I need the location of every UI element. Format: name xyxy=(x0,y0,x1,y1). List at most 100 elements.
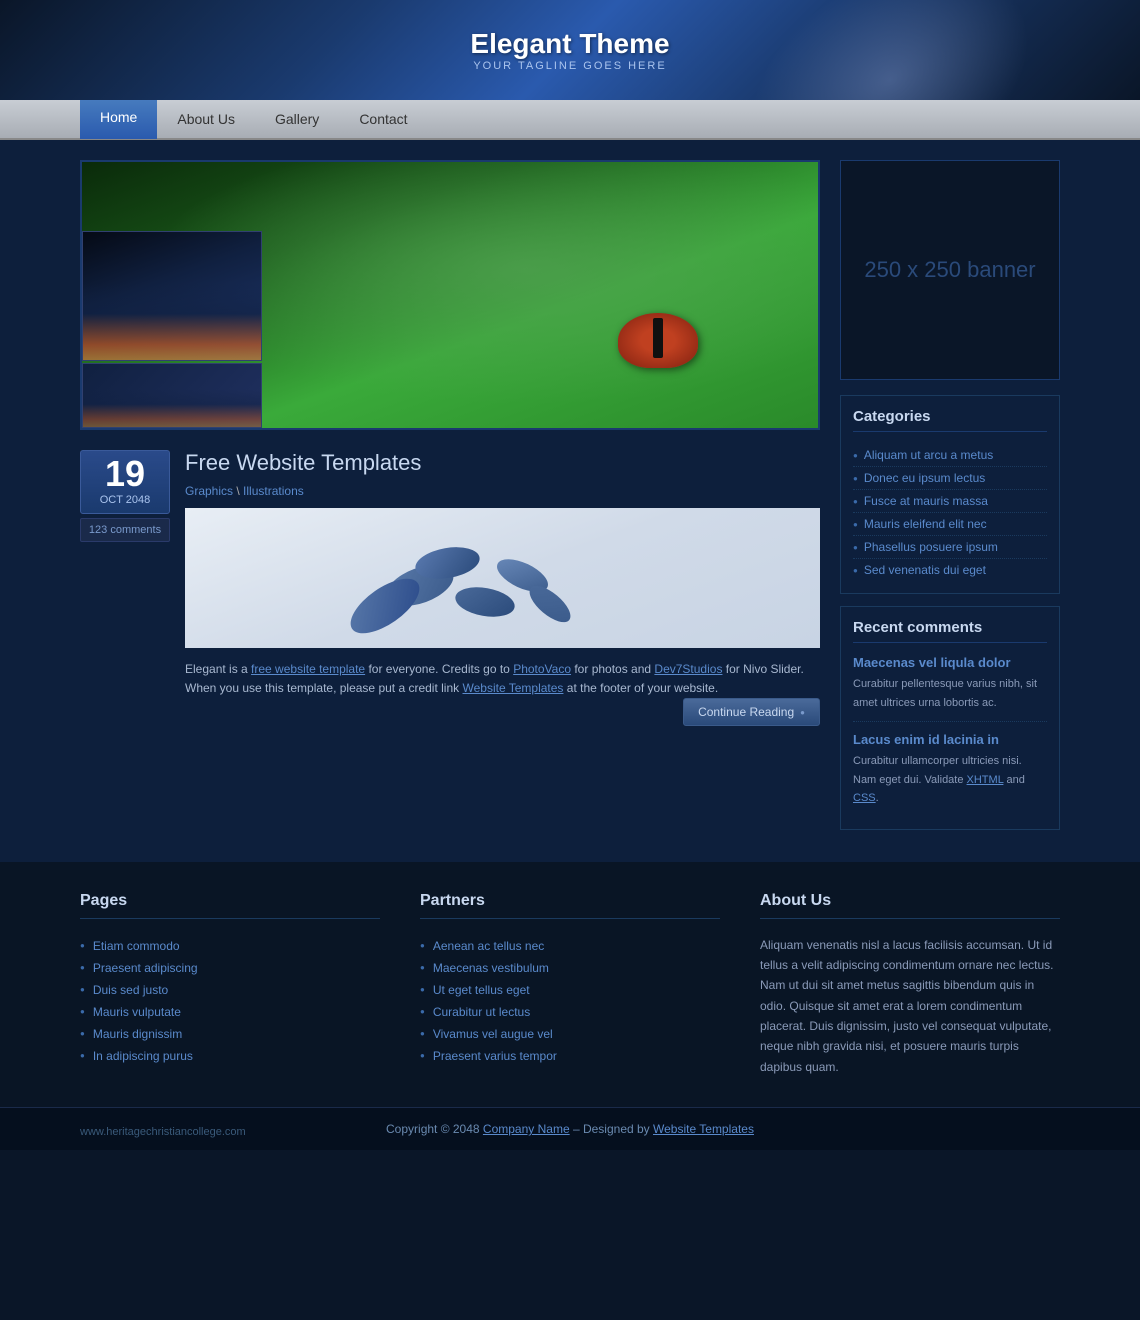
footer-partners-widget: Partners ●Aenean ac tellus nec ●Maecenas… xyxy=(420,892,720,1078)
recent-comments-title: Recent comments xyxy=(853,619,1047,643)
footer-page-item: ● Mauris dignissim xyxy=(80,1023,380,1045)
bullet-icon: ● xyxy=(853,543,858,552)
category-item: ●Donec eu ipsum lectus xyxy=(853,467,1047,490)
pill-2 xyxy=(453,583,517,621)
comment-text-1: Curabitur pellentesque varius nibh, sit … xyxy=(853,678,1037,709)
continue-reading-button[interactable]: Continue Reading xyxy=(683,698,820,726)
footer-partner-link[interactable]: Praesent varius tempor xyxy=(433,1049,557,1063)
post-body: Free Website Templates Graphics \ Illust… xyxy=(185,450,820,738)
footer-partner-link[interactable]: Vivamus vel augue vel xyxy=(433,1027,553,1041)
link-website-templates[interactable]: Website Templates xyxy=(462,681,563,695)
category-item: ● Sed venenatis dui eget xyxy=(853,559,1047,581)
image-slider[interactable] xyxy=(80,160,820,430)
slider-thumb-2[interactable] xyxy=(82,363,262,428)
post-tags: Graphics \ Illustrations xyxy=(185,484,820,498)
banner-ad[interactable]: 250 x 250 banner xyxy=(840,160,1060,380)
site-tagline: YOUR TAGLINE GOES HERE xyxy=(470,60,669,72)
link-photovaco[interactable]: PhotoVaco xyxy=(513,662,571,676)
category-link[interactable]: Donec eu ipsum lectus xyxy=(864,471,985,485)
footer-partner-link[interactable]: Maecenas vestibulum xyxy=(433,961,549,975)
footer-partner-item: ● Praesent varius tempor xyxy=(420,1045,720,1067)
comment-text-2: Curabitur ullamcorper ultricies nisi. Na… xyxy=(853,755,1025,804)
category-link[interactable]: Aliquam ut arcu a metus xyxy=(864,448,993,462)
footer-page-item: ● Etiam commodo xyxy=(80,935,380,957)
comments-count[interactable]: 123 comments xyxy=(80,518,170,542)
date-box: 19 OCT 2048 xyxy=(80,450,170,514)
nav-about[interactable]: About Us xyxy=(157,99,255,139)
footer-partner-item: ●Aenean ac tellus nec xyxy=(420,935,720,957)
bullet-icon: ● xyxy=(80,1007,85,1016)
footer-page-item: ●Duis sed justo xyxy=(80,979,380,1001)
city-lights-overlay xyxy=(83,283,261,360)
slider-main-image xyxy=(82,162,818,428)
designed-by-text: – Designed by xyxy=(570,1122,653,1136)
nav-home[interactable]: Home xyxy=(80,95,157,139)
footer-partner-item: ● Ut eget tellus eget xyxy=(420,979,720,1001)
footer-pages-title: Pages xyxy=(80,892,380,919)
link-free-template[interactable]: free website template xyxy=(251,662,365,676)
css-link[interactable]: CSS xyxy=(853,792,876,804)
banner-placeholder-text: 250 x 250 banner xyxy=(864,255,1035,286)
footer-page-link[interactable]: Mauris dignissim xyxy=(93,1027,182,1041)
comment-entry-1: Maecenas vel liqula dolor Curabitur pell… xyxy=(853,655,1047,722)
footer-about-widget: About Us Aliquam venenatis nisl a lacus … xyxy=(760,892,1060,1078)
company-name-link[interactable]: Company Name xyxy=(483,1122,570,1136)
footer-page-item: ● In adipiscing purus xyxy=(80,1045,380,1067)
main-nav: Home About Us Gallery Contact xyxy=(0,100,1140,140)
comment-link-1[interactable]: Maecenas vel liqula dolor xyxy=(853,655,1047,670)
footer-partners-title: Partners xyxy=(420,892,720,919)
bullet-icon: ● xyxy=(420,963,425,972)
bullet-icon: ● xyxy=(853,497,858,506)
brand: Elegant Theme YOUR TAGLINE GOES HERE xyxy=(470,28,669,72)
category-link[interactable]: Sed venenatis dui eget xyxy=(864,563,986,577)
footer-page-link[interactable]: Praesent adipiscing xyxy=(93,961,198,975)
footer-page-link[interactable]: Duis sed justo xyxy=(93,983,168,997)
site-title: Elegant Theme xyxy=(470,28,669,60)
footer-partner-link[interactable]: Curabitur ut lectus xyxy=(433,1005,530,1019)
city-lights-overlay-2 xyxy=(83,389,261,427)
footer-page-link[interactable]: Mauris vulputate xyxy=(93,1005,181,1019)
date-month-year: OCT 2048 xyxy=(81,492,169,508)
nav-contact[interactable]: Contact xyxy=(339,99,427,139)
footer-page-item: ● Praesent adipiscing xyxy=(80,957,380,979)
tag-graphics[interactable]: Graphics xyxy=(185,484,233,498)
xhtml-link[interactable]: XHTML xyxy=(967,774,1004,786)
bullet-icon: ● xyxy=(80,1029,85,1038)
footer-about-text: Aliquam venenatis nisl a lacus facilisis… xyxy=(760,935,1060,1078)
website-templates-link[interactable]: Website Templates xyxy=(653,1122,754,1136)
main-wrapper: 19 OCT 2048 123 comments Free Website Te… xyxy=(0,140,1140,862)
bullet-icon: ● xyxy=(80,963,85,972)
post-article: 19 OCT 2048 123 comments Free Website Te… xyxy=(80,450,820,738)
bullet-icon: ● xyxy=(420,985,425,994)
footer-partner-item: ●Curabitur ut lectus xyxy=(420,1001,720,1023)
category-link[interactable]: Mauris eleifend elit nec xyxy=(864,517,987,531)
footer-widgets: Pages ● Etiam commodo ● Praesent adipiscin… xyxy=(0,862,1140,1108)
pill-6 xyxy=(524,580,576,629)
bullet-icon: ● xyxy=(420,1051,425,1060)
bullet-icon: ● xyxy=(80,1051,85,1060)
main-column: 19 OCT 2048 123 comments Free Website Te… xyxy=(80,160,820,842)
category-link[interactable]: Fusce at mauris massa xyxy=(864,494,988,508)
footer-about-title: About Us xyxy=(760,892,1060,919)
slider-thumb-city[interactable] xyxy=(82,231,262,361)
category-link[interactable]: Phasellus posuere ipsum xyxy=(864,540,998,554)
footer-page-link[interactable]: In adipiscing purus xyxy=(93,1049,193,1063)
footer-partner-link[interactable]: Aenean ac tellus nec xyxy=(433,939,544,953)
comment-entry-2: Lacus enim id lacinia in Curabitur ullam… xyxy=(853,732,1047,817)
comment-link-2[interactable]: Lacus enim id lacinia in xyxy=(853,732,1047,747)
footer-partner-link[interactable]: Ut eget tellus eget xyxy=(433,983,530,997)
footer-pages-list: ●Etiam commodo ●Praesent adipiscing ●Dui… xyxy=(80,935,380,1067)
category-item: ● Fusce at mauris massa xyxy=(853,490,1047,513)
bullet-icon: ● xyxy=(80,941,85,950)
bullet-icon: ● xyxy=(853,566,858,575)
footer-partner-item: ● Vivamus vel augue vel xyxy=(420,1023,720,1045)
bullet-icon: ● xyxy=(420,1029,425,1038)
category-item: ●Mauris eleifend elit nec xyxy=(853,513,1047,536)
category-item: ● Phasellus posuere ipsum xyxy=(853,536,1047,559)
link-dev7studios[interactable]: Dev7Studios xyxy=(654,662,722,676)
date-day: 19 xyxy=(81,456,169,492)
nav-gallery[interactable]: Gallery xyxy=(255,99,339,139)
footer-page-link[interactable]: Etiam commodo xyxy=(93,939,180,953)
tag-illustrations[interactable]: Illustrations xyxy=(243,484,304,498)
post-date-section: 19 OCT 2048 123 comments xyxy=(80,450,170,738)
